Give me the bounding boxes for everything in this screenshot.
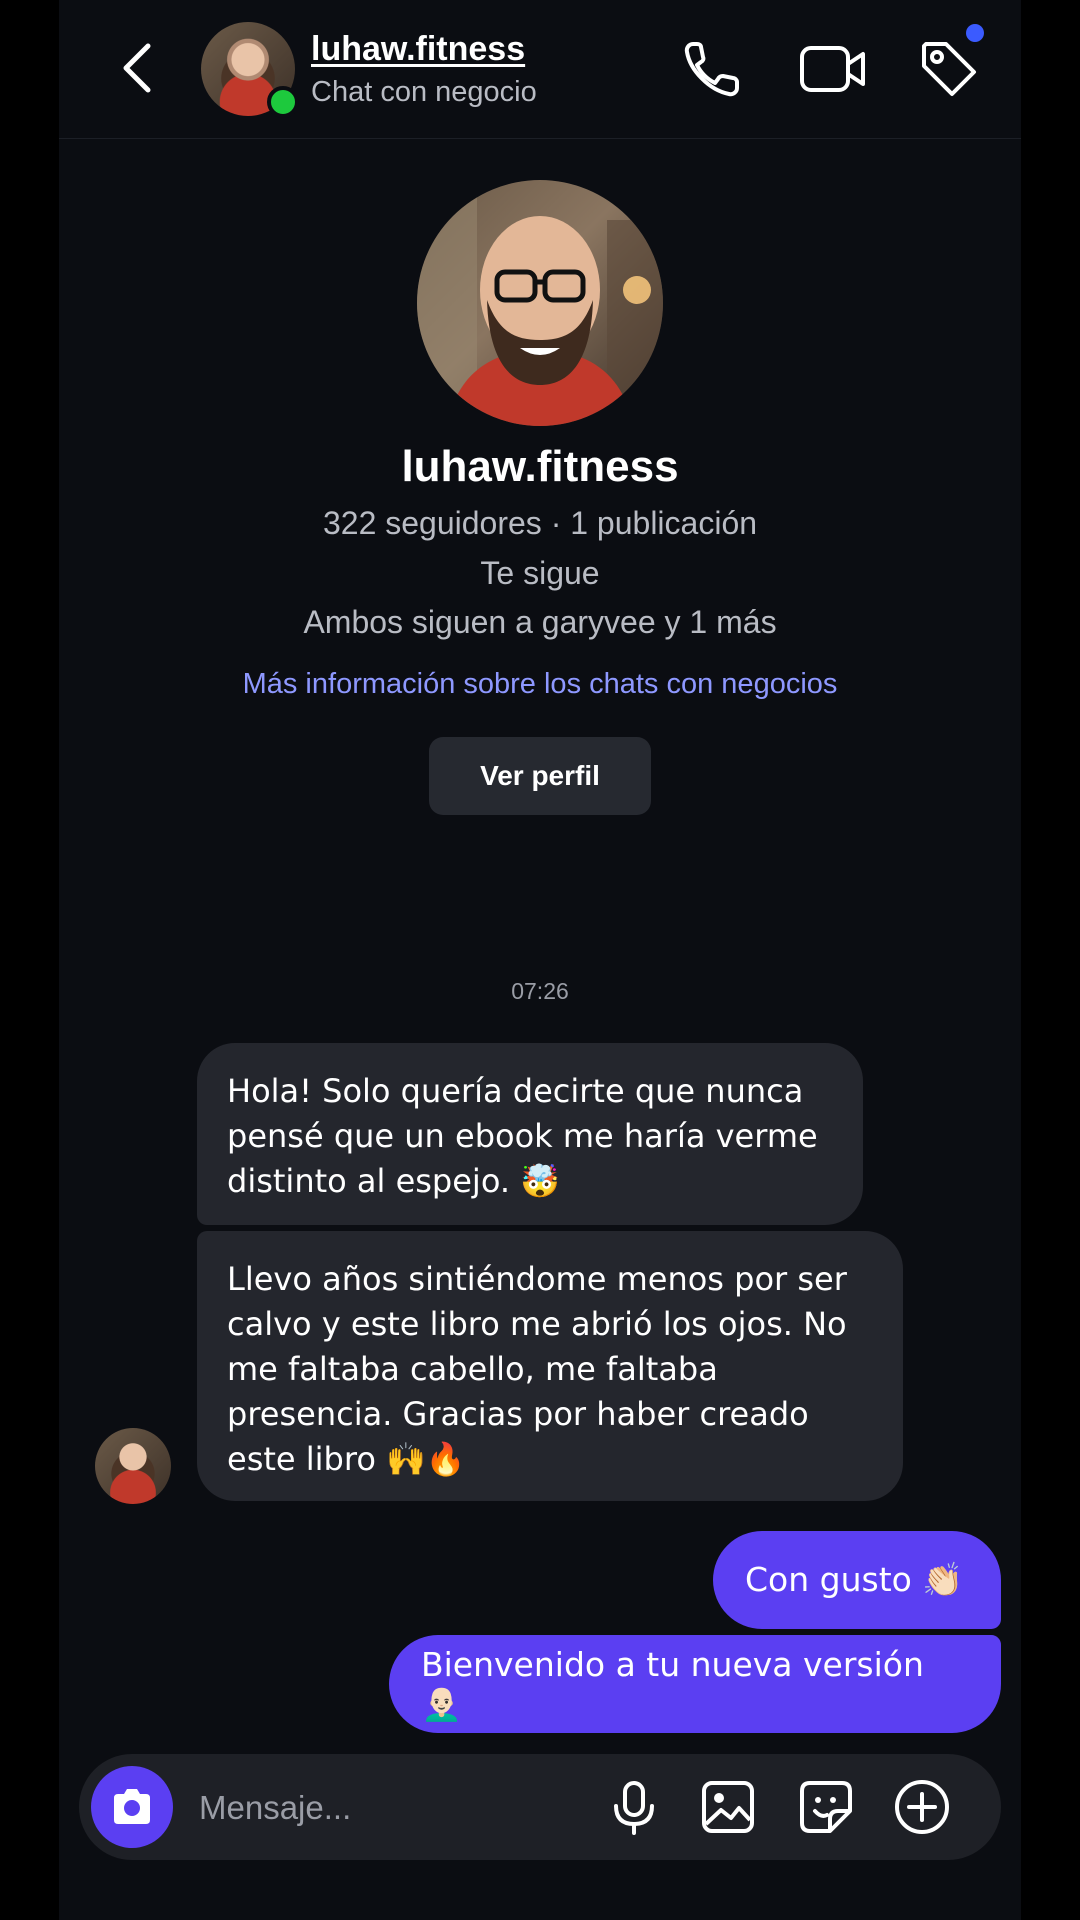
camera-icon xyxy=(114,1789,150,1824)
sender-avatar[interactable] xyxy=(95,1428,171,1504)
online-status-indicator xyxy=(267,86,299,118)
incoming-message[interactable]: Hola! Solo quería decirte que nunca pens… xyxy=(197,1043,863,1225)
follow-status: Te sigue xyxy=(480,555,600,591)
outgoing-message[interactable]: Bienvenido a tu nueva versión 👨🏻‍🦲 xyxy=(389,1635,1001,1733)
phone-icon[interactable] xyxy=(679,36,745,102)
business-chat-info-link[interactable]: Más información sobre los chats con nego… xyxy=(59,668,1021,701)
profile-name: luhaw.fitness xyxy=(401,442,679,491)
chat-screen: luhaw.fitness Chat con negocio luhaw.fit… xyxy=(59,0,1021,1920)
plus-icon[interactable] xyxy=(893,1778,951,1836)
video-call-icon[interactable] xyxy=(797,36,869,102)
profile-stats: 322 seguidores · 1 publicación xyxy=(322,505,758,541)
tag-icon[interactable] xyxy=(916,36,982,102)
profile-avatar[interactable] xyxy=(417,180,663,426)
sticker-icon[interactable] xyxy=(797,1778,855,1836)
message-timestamp: 07:26 xyxy=(511,978,569,1004)
message-composer xyxy=(79,1754,1001,1860)
view-profile-button[interactable]: Ver perfil xyxy=(429,737,651,815)
outgoing-message[interactable]: Con gusto 👏🏻 xyxy=(713,1531,1001,1629)
mutual-follows: Ambos siguen a garyvee y 1 más xyxy=(303,604,777,640)
gallery-icon[interactable] xyxy=(699,1778,757,1836)
incoming-message[interactable]: Llevo años sintiéndome menos por ser cal… xyxy=(197,1231,903,1501)
microphone-icon[interactable] xyxy=(605,1778,663,1836)
back-arrow-icon[interactable] xyxy=(114,38,164,98)
notification-dot xyxy=(966,24,984,42)
header-subtitle: Chat con negocio xyxy=(311,76,537,108)
message-input[interactable] xyxy=(197,1780,581,1836)
camera-button[interactable] xyxy=(91,1766,173,1848)
chat-header: luhaw.fitness Chat con negocio xyxy=(59,0,1021,139)
header-username[interactable]: luhaw.fitness xyxy=(311,30,525,69)
